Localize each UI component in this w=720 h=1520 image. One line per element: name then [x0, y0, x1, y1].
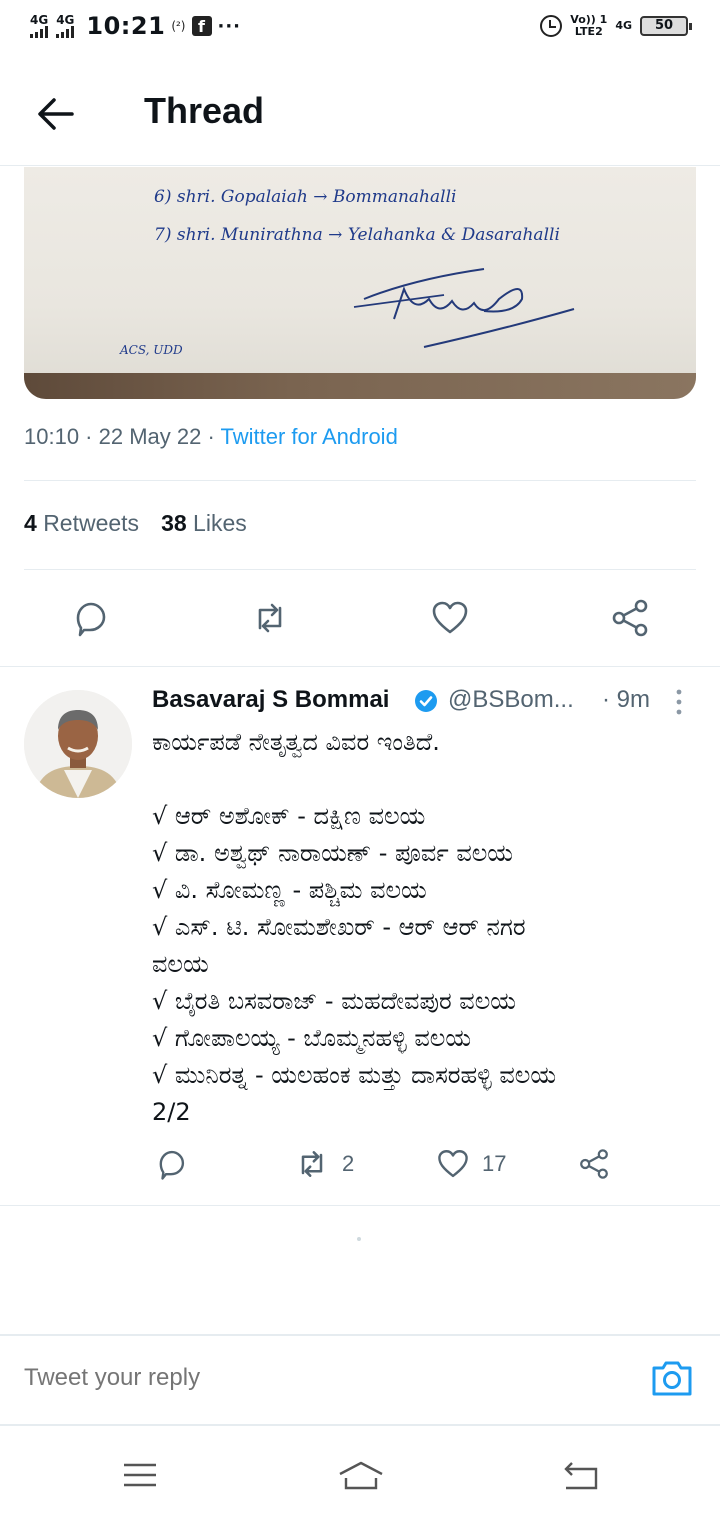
share-icon — [580, 1149, 608, 1179]
more-options-icon[interactable] — [674, 688, 684, 716]
camera-icon — [652, 1361, 692, 1396]
volte-bottom-label: LTE2 — [574, 25, 603, 38]
table-edge — [24, 373, 696, 399]
tweet-attached-image[interactable]: 6) shri. Gopalaiah → Bommanahalli 7) shr… — [24, 167, 696, 399]
page-title: Thread — [144, 90, 265, 131]
arrow-left-icon — [38, 98, 74, 130]
back-icon — [564, 1462, 598, 1490]
profile-photo — [24, 690, 132, 798]
retweets-stat[interactable]: 4 Retweets — [24, 510, 139, 536]
reply-like-button[interactable]: 17 — [436, 1144, 506, 1184]
divider — [24, 480, 696, 481]
comment-icon — [159, 1150, 185, 1180]
facebook-notification-icon: f — [191, 16, 212, 36]
battery-icon: 50 — [640, 16, 692, 36]
likes-label: Likes — [193, 510, 247, 536]
reply-text-blank — [152, 761, 697, 798]
tweet-stats: 4 Retweets 38 Likes — [24, 510, 247, 537]
reply-text-line: √ ಮುನಿರತ್ನ - ಯಲಹಂಕ ಮತ್ತು ದಾಸರಹಳ್ಳಿ ವಲಯ — [152, 1061, 557, 1089]
reply-text-line: √ ಡಾ. ಅಶ್ವಥ್ ನಾರಾಯಣ್ - ಪೂರ್ವ ವಲಯ — [152, 839, 513, 867]
reply-text: ಕಾರ್ಯಪಡೆ ನೇತೃತ್ವದ ವಿವರ ಇಂತಿದೆ. √ ಆರ್ ಅಶೋ… — [152, 724, 697, 1131]
reply-text-line: √ ವಿ. ಸೋಮಣ್ಣ - ಪಶ್ಚಿಮ ವಲಯ — [152, 876, 427, 904]
heart-icon — [432, 601, 468, 634]
reply-text-line: ವಲಯ — [152, 950, 209, 978]
retweets-label: Retweets — [43, 510, 140, 536]
reply-text-line: √ ಗೋಪಾಲಯ್ಯ - ಬೊಮ್ಮನಹಳ್ಳಿ ವಲಯ — [152, 1024, 472, 1052]
handwritten-signature — [353, 268, 575, 348]
reply-like-count: 17 — [482, 1151, 507, 1176]
reply-text-line: √ ಬೈರತಿ ಬಸವರಾಜ್ - ಮಹದೇವಪುರ ವಲಯ — [152, 987, 516, 1015]
retweet-icon — [258, 603, 282, 633]
handwritten-note: ACS, UDD — [120, 343, 183, 357]
reply-share-button[interactable] — [578, 1144, 610, 1184]
reply-text-line: √ ಆರ್ ಅಶೋಕ್ - ದಕ್ಷಿಣ ವಲಯ — [152, 802, 426, 830]
status-left: 4G 4G 10:21 (²) f ··· — [30, 12, 241, 40]
home-button[interactable] — [336, 1458, 386, 1492]
handwritten-line-6: 6) shri. Gopalaiah → Bommanahalli — [154, 187, 457, 207]
tweet-time-date: 10:10 · 22 May 22 · — [24, 424, 221, 449]
handwritten-line-7: 7) shri. Munirathna → Yelahanka & Dasara… — [154, 225, 560, 245]
verified-badge-icon — [415, 690, 437, 712]
back-nav-button[interactable] — [558, 1458, 602, 1492]
volte-indicator: Vo)) 1 LTE2 — [570, 14, 607, 38]
retweet-icon — [301, 1151, 323, 1177]
like-button[interactable] — [430, 598, 470, 638]
tweet-timestamp: 10:10 · 22 May 22 · Twitter for Android — [24, 424, 398, 450]
status-bar: 4G 4G 10:21 (²) f ··· Vo)) 1 LTE2 4G 50 — [0, 0, 720, 56]
retweets-count: 4 — [24, 510, 37, 536]
status-time: 10:21 — [86, 12, 166, 40]
reply-text-line: 2/2 — [152, 1098, 191, 1126]
reply-input[interactable] — [24, 1364, 624, 1392]
share-icon — [612, 599, 648, 637]
reply-composer — [0, 1334, 720, 1426]
reply-retweet-count: 2 — [342, 1151, 355, 1176]
loading-indicator — [357, 1237, 361, 1241]
reply-timestamp: · 9m — [602, 686, 650, 713]
divider — [0, 1205, 720, 1206]
tweet-source-link[interactable]: Twitter for Android — [221, 424, 398, 449]
thread-header: Thread — [0, 60, 720, 166]
home-icon — [339, 1461, 383, 1490]
network-4g-indicator: 4G — [615, 19, 632, 32]
tweet-action-bar — [0, 590, 720, 650]
share-button[interactable] — [610, 598, 650, 638]
author-handle[interactable]: @BSBom... — [448, 686, 574, 714]
reply-retweet-button[interactable]: 2 — [294, 1144, 354, 1184]
author-name[interactable]: Basavaraj S Bommai — [152, 686, 389, 714]
reply-text-line: √ ಎಸ್. ಟಿ. ಸೋಮಶೇಖರ್ - ಆರ್ ಆರ್ ನಗರ — [152, 913, 526, 941]
back-button[interactable] — [30, 88, 82, 140]
sim1-network-label: 4G — [30, 13, 49, 27]
heart-icon — [438, 1150, 468, 1178]
likes-count: 38 — [161, 510, 187, 536]
system-nav-bar — [0, 1428, 720, 1520]
menu-icon — [124, 1463, 156, 1487]
reply-header: Basavaraj S Bommai @BSBom... · 9m — [152, 686, 692, 720]
sim2-signal-icon: 4G — [56, 14, 74, 38]
camera-button[interactable] — [650, 1356, 694, 1400]
sim1-signal-icon: 4G — [30, 14, 48, 38]
comment-icon — [76, 602, 106, 637]
more-notifications-icon: ··· — [217, 15, 242, 37]
menu-button[interactable] — [118, 1458, 162, 1492]
alarm-icon — [540, 15, 563, 37]
likes-stat[interactable]: 38 Likes — [161, 510, 247, 536]
avatar[interactable] — [24, 690, 132, 798]
sim2-network-label: 4G — [56, 13, 75, 27]
hotspot-icon: (²) — [171, 19, 186, 33]
reply-action-bar: 2 17 — [152, 1144, 692, 1184]
divider — [24, 569, 696, 570]
reply-reply-button[interactable] — [154, 1144, 188, 1184]
divider — [0, 666, 720, 667]
retweet-button[interactable] — [250, 598, 290, 638]
status-right: Vo)) 1 LTE2 4G 50 — [540, 14, 692, 38]
reply-text-line: ಕಾರ್ಯಪಡೆ ನೇತೃತ್ವದ ವಿವರ ಇಂತಿದೆ. — [152, 728, 440, 756]
reply-button[interactable] — [70, 598, 110, 638]
